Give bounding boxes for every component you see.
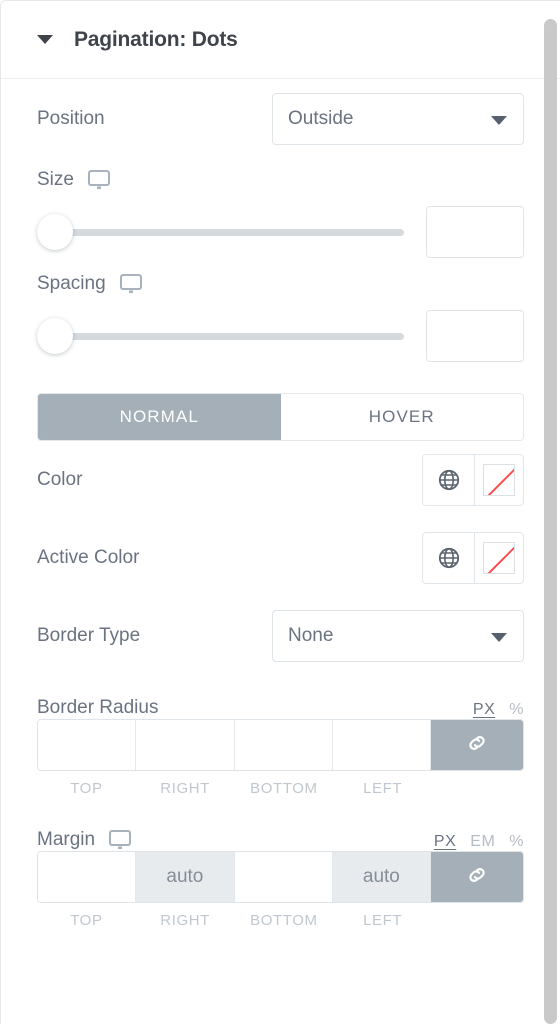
border-radius-top-input[interactable] bbox=[38, 720, 137, 770]
margin-units: PX EM % bbox=[434, 833, 524, 851]
margin-label: Margin bbox=[37, 829, 132, 851]
active-color-picker[interactable] bbox=[422, 532, 524, 584]
margin-right-input[interactable]: auto bbox=[136, 852, 235, 902]
spacing-slider-track[interactable] bbox=[47, 332, 404, 340]
size-label: Size bbox=[37, 169, 110, 191]
unit-px[interactable]: PX bbox=[434, 833, 456, 851]
tab-normal[interactable]: NORMAL bbox=[38, 394, 281, 440]
border-type-select[interactable]: None bbox=[272, 610, 524, 662]
border-radius-label: Border Radius bbox=[37, 697, 159, 718]
border-type-select-value: None bbox=[288, 625, 334, 646]
desktop-monitor-icon[interactable] bbox=[119, 274, 142, 294]
side-label-left: LEFT bbox=[363, 780, 403, 797]
side-label-right: RIGHT bbox=[160, 912, 210, 929]
section-header-pagination-dots[interactable]: Pagination: Dots bbox=[1, 1, 560, 79]
border-radius-side-labels: TOP RIGHT BOTTOM LEFT bbox=[37, 771, 524, 797]
control-row-spacing-slider bbox=[1, 305, 560, 367]
side-label-left: LEFT bbox=[363, 912, 403, 929]
control-row-size-slider bbox=[1, 201, 560, 263]
border-radius-inputs bbox=[37, 719, 524, 771]
spacing-label: Spacing bbox=[37, 273, 142, 295]
side-label-bottom: BOTTOM bbox=[250, 912, 318, 929]
page-title: Pagination: Dots bbox=[74, 27, 238, 51]
desktop-monitor-icon[interactable] bbox=[87, 170, 110, 190]
margin-label-text: Margin bbox=[37, 829, 96, 850]
size-slider-handle[interactable] bbox=[37, 214, 73, 250]
side-label-spacer bbox=[432, 780, 524, 797]
border-radius-bottom-input[interactable] bbox=[234, 720, 333, 770]
margin-inputs: auto auto bbox=[37, 851, 524, 903]
side-label-top: TOP bbox=[70, 780, 103, 797]
caret-down-icon[interactable] bbox=[37, 35, 53, 44]
tab-hover[interactable]: HOVER bbox=[280, 394, 523, 440]
active-color-swatch-cell[interactable] bbox=[475, 533, 523, 583]
tabs-spacer bbox=[1, 367, 560, 393]
globe-icon[interactable] bbox=[423, 455, 475, 505]
state-tabs: NORMAL HOVER bbox=[37, 393, 524, 441]
position-label: Position bbox=[37, 108, 105, 129]
position-select-value: Outside bbox=[288, 108, 354, 129]
chevron-down-icon bbox=[491, 633, 507, 642]
color-swatch-cell[interactable] bbox=[475, 455, 523, 505]
margin-header: Margin PX EM % bbox=[1, 797, 560, 851]
pagination-dots-panel: Pagination: Dots Position Outside Size S… bbox=[0, 0, 560, 1024]
position-select[interactable]: Outside bbox=[272, 93, 524, 145]
spacing-slider-handle[interactable] bbox=[37, 318, 73, 354]
control-row-position: Position Outside bbox=[1, 79, 560, 159]
active-color-label: Active Color bbox=[37, 547, 140, 568]
size-input[interactable] bbox=[426, 206, 524, 258]
border-type-label: Border Type bbox=[37, 625, 141, 646]
link-chain-icon bbox=[464, 862, 490, 893]
globe-icon[interactable] bbox=[423, 533, 475, 583]
panel-scrollbar[interactable] bbox=[544, 19, 557, 1024]
no-color-swatch-icon[interactable] bbox=[483, 542, 515, 574]
margin-link-button[interactable] bbox=[431, 852, 523, 902]
side-label-top: TOP bbox=[70, 912, 103, 929]
spacing-input[interactable] bbox=[426, 310, 524, 362]
no-color-swatch-icon[interactable] bbox=[483, 464, 515, 496]
border-radius-header: Border Radius PX % bbox=[1, 675, 560, 719]
border-radius-units: PX % bbox=[473, 701, 524, 719]
control-label-row-spacing: Spacing bbox=[1, 263, 560, 305]
desktop-monitor-icon[interactable] bbox=[109, 830, 132, 850]
control-label-row-size: Size bbox=[1, 159, 560, 201]
border-radius-right-input[interactable] bbox=[136, 720, 235, 770]
border-radius-link-button[interactable] bbox=[431, 720, 523, 770]
side-label-spacer bbox=[432, 912, 524, 929]
color-picker[interactable] bbox=[422, 454, 524, 506]
border-radius-left-input[interactable] bbox=[332, 720, 431, 770]
spacing-label-text: Spacing bbox=[37, 273, 106, 294]
side-label-bottom: BOTTOM bbox=[250, 780, 318, 797]
size-label-text: Size bbox=[37, 169, 74, 190]
chevron-down-icon bbox=[491, 116, 507, 125]
margin-left-input[interactable]: auto bbox=[332, 852, 431, 902]
size-slider[interactable] bbox=[37, 214, 404, 250]
margin-bottom-input[interactable] bbox=[234, 852, 333, 902]
control-row-color: Color bbox=[1, 441, 560, 519]
unit-percent[interactable]: % bbox=[509, 701, 524, 719]
side-label-right: RIGHT bbox=[160, 780, 210, 797]
link-chain-icon bbox=[464, 730, 490, 761]
size-slider-track[interactable] bbox=[47, 228, 404, 236]
control-row-active-color: Active Color bbox=[1, 519, 560, 597]
unit-em[interactable]: EM bbox=[470, 833, 495, 851]
spacing-slider[interactable] bbox=[37, 318, 404, 354]
margin-top-input[interactable] bbox=[38, 852, 137, 902]
unit-px[interactable]: PX bbox=[473, 701, 495, 719]
margin-side-labels: TOP RIGHT BOTTOM LEFT bbox=[37, 903, 524, 929]
unit-percent[interactable]: % bbox=[509, 833, 524, 851]
color-label: Color bbox=[37, 469, 83, 490]
control-row-border-type: Border Type None bbox=[1, 597, 560, 675]
